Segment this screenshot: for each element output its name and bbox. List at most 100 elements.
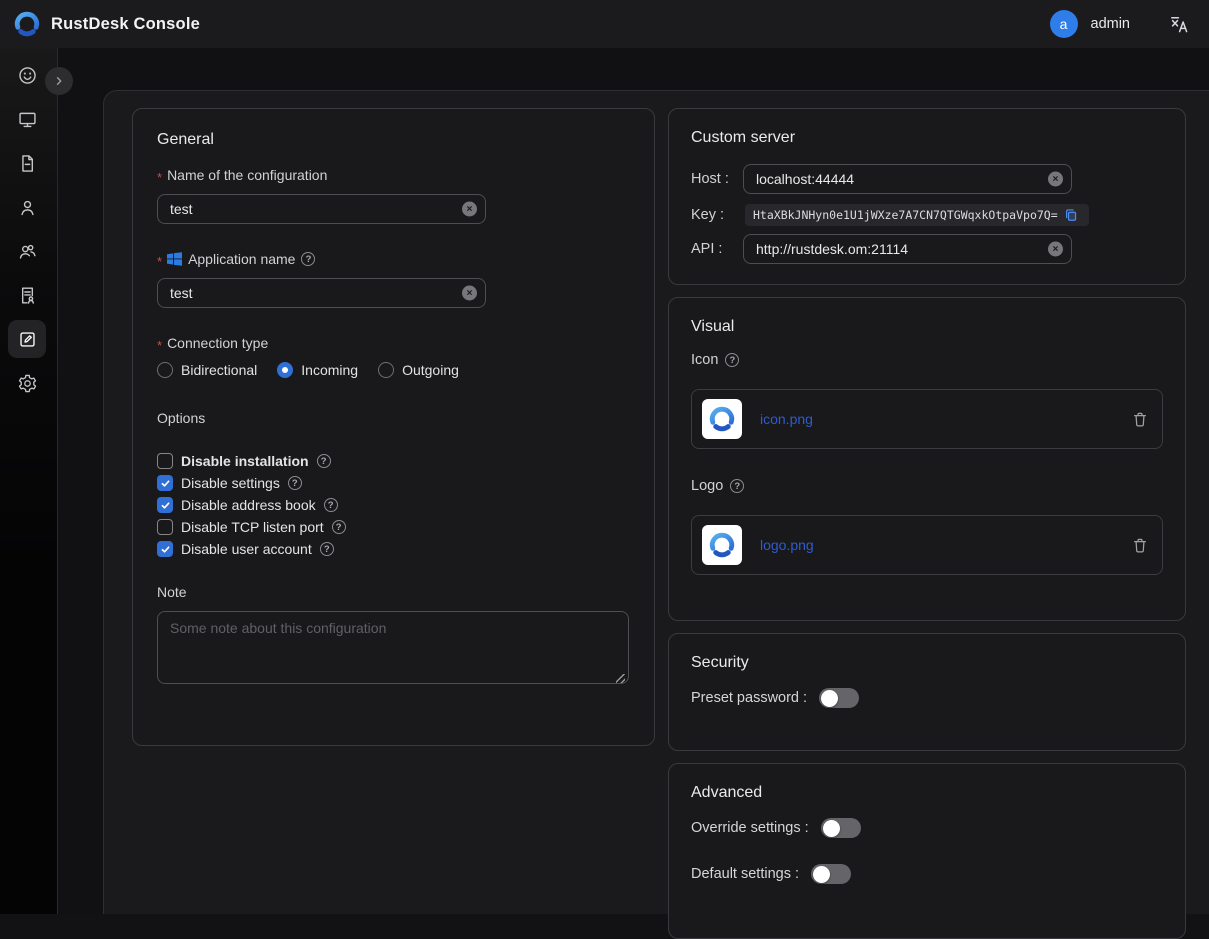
help-icon[interactable] <box>730 479 744 493</box>
key-value: HtaXBkJNHyn0e1U1jWXze7A7CN7QTGWqxkOtpaVp… <box>753 208 1058 222</box>
note-field <box>157 611 629 689</box>
checkbox-label: Disable installation <box>181 453 309 469</box>
host-input[interactable] <box>743 164 1072 194</box>
trash-icon[interactable] <box>1132 537 1148 554</box>
visual-card: Visual Icon icon.png Logo <box>668 297 1186 621</box>
help-icon[interactable] <box>320 542 334 556</box>
sidebar-item-devices[interactable] <box>8 100 46 138</box>
topbar-right: a admin <box>1050 10 1190 38</box>
smiley-icon <box>17 65 38 86</box>
help-icon[interactable] <box>301 252 315 266</box>
checkbox-disable-address-book[interactable]: Disable address book <box>157 494 630 516</box>
radio-label: Incoming <box>301 362 358 378</box>
key-value-chip: HtaXBkJNHyn0e1U1jWXze7A7CN7QTGWqxkOtpaVp… <box>745 204 1089 226</box>
main-panel: General Name of the configuration Applic… <box>103 90 1209 914</box>
sidebar-collapse-button[interactable] <box>45 67 73 95</box>
checkbox-disable-installation[interactable]: Disable installation <box>157 450 630 472</box>
help-icon[interactable] <box>324 498 338 512</box>
key-row: Key : HtaXBkJNHyn0e1U1jWXze7A7CN7QTGWqxk… <box>691 204 1163 226</box>
app-field-label: Application name <box>157 251 630 267</box>
top-bar: RustDesk Console a admin <box>0 0 1209 48</box>
icon-upload-label: Icon <box>691 352 1163 368</box>
checkbox-control <box>157 541 173 557</box>
logo-file-link[interactable]: logo.png <box>760 537 814 553</box>
options-label: Options <box>157 410 630 426</box>
help-icon[interactable] <box>725 353 739 367</box>
switch-label: Override settings : <box>691 820 809 836</box>
field-label-text: Name of the configuration <box>167 167 327 183</box>
user-avatar[interactable]: a <box>1050 10 1078 38</box>
preset-password-row: Preset password : <box>691 688 1163 708</box>
override-settings-toggle[interactable] <box>821 818 861 838</box>
license-icon <box>17 285 38 306</box>
switch-label: Default settings : <box>691 866 799 882</box>
app-name-input[interactable] <box>157 278 486 308</box>
user-group-icon <box>17 241 38 262</box>
api-label: API : <box>691 241 743 257</box>
radio-incoming[interactable]: Incoming <box>277 362 358 378</box>
connection-type-label: Connection type <box>157 335 630 351</box>
general-card: General Name of the configuration Applic… <box>132 108 655 746</box>
icon-file-link[interactable]: icon.png <box>760 411 813 427</box>
radio-outgoing[interactable]: Outgoing <box>378 362 459 378</box>
api-input[interactable] <box>743 234 1072 264</box>
rustdesk-logo-icon <box>12 9 42 39</box>
trash-icon[interactable] <box>1132 411 1148 428</box>
edit-icon <box>17 329 38 350</box>
checkbox-control <box>157 475 173 491</box>
translate-icon[interactable] <box>1169 14 1189 34</box>
preset-password-toggle[interactable] <box>819 688 859 708</box>
radio-label: Outgoing <box>402 362 459 378</box>
icon-thumbnail <box>702 399 742 439</box>
clear-icon[interactable] <box>462 286 477 301</box>
clear-icon[interactable] <box>1048 242 1063 257</box>
default-settings-toggle[interactable] <box>811 864 851 884</box>
checkbox-control <box>157 519 173 535</box>
help-icon[interactable] <box>288 476 302 490</box>
sidebar-item-licenses[interactable] <box>8 276 46 314</box>
key-label: Key : <box>691 207 743 223</box>
logo-upload-row: logo.png <box>691 515 1163 575</box>
checkbox-label: Disable settings <box>181 475 280 491</box>
checkbox-disable-settings[interactable]: Disable settings <box>157 472 630 494</box>
name-input[interactable] <box>157 194 486 224</box>
card-title: Visual <box>691 318 1163 336</box>
sidebar-item-dashboard[interactable] <box>8 56 46 94</box>
sidebar-item-audit[interactable] <box>8 144 46 182</box>
checkbox-disable-tcp-listen-port[interactable]: Disable TCP listen port <box>157 516 630 538</box>
help-icon[interactable] <box>317 454 331 468</box>
connection-type-group: Bidirectional Incoming Outgoing <box>157 362 630 378</box>
copy-icon[interactable] <box>1064 208 1078 222</box>
username[interactable]: admin <box>1091 16 1131 32</box>
checkbox-disable-user-account[interactable]: Disable user account <box>157 538 630 560</box>
sidebar-item-groups[interactable] <box>8 232 46 270</box>
field-label-text: Connection type <box>167 335 268 351</box>
name-field-label: Name of the configuration <box>157 167 630 183</box>
app-title: RustDesk Console <box>51 15 200 34</box>
help-icon[interactable] <box>332 520 346 534</box>
logo-upload-label: Logo <box>691 478 1163 494</box>
note-textarea[interactable] <box>157 611 629 684</box>
card-title: Custom server <box>691 129 1163 147</box>
api-row: API : <box>691 234 1163 264</box>
name-field <box>157 194 486 224</box>
sidebar-item-settings[interactable] <box>8 364 46 402</box>
note-label: Note <box>157 584 630 600</box>
radio-label: Bidirectional <box>181 362 257 378</box>
radio-control <box>277 362 293 378</box>
checkbox-label: Disable user account <box>181 541 312 557</box>
brand: RustDesk Console <box>12 9 200 39</box>
advanced-card: Advanced Override settings : Default set… <box>668 763 1186 939</box>
card-title: General <box>157 131 630 149</box>
radio-bidirectional[interactable]: Bidirectional <box>157 362 257 378</box>
clear-icon[interactable] <box>462 202 477 217</box>
sidebar-item-users[interactable] <box>8 188 46 226</box>
sidebar-item-configurations[interactable] <box>8 320 46 358</box>
checkbox-control <box>157 453 173 469</box>
host-row: Host : <box>691 164 1163 194</box>
field-label-text: Application name <box>188 251 295 267</box>
monitor-icon <box>17 109 38 130</box>
upload-label-text: Logo <box>691 478 723 494</box>
clear-icon[interactable] <box>1048 172 1063 187</box>
switch-label: Preset password : <box>691 690 807 706</box>
